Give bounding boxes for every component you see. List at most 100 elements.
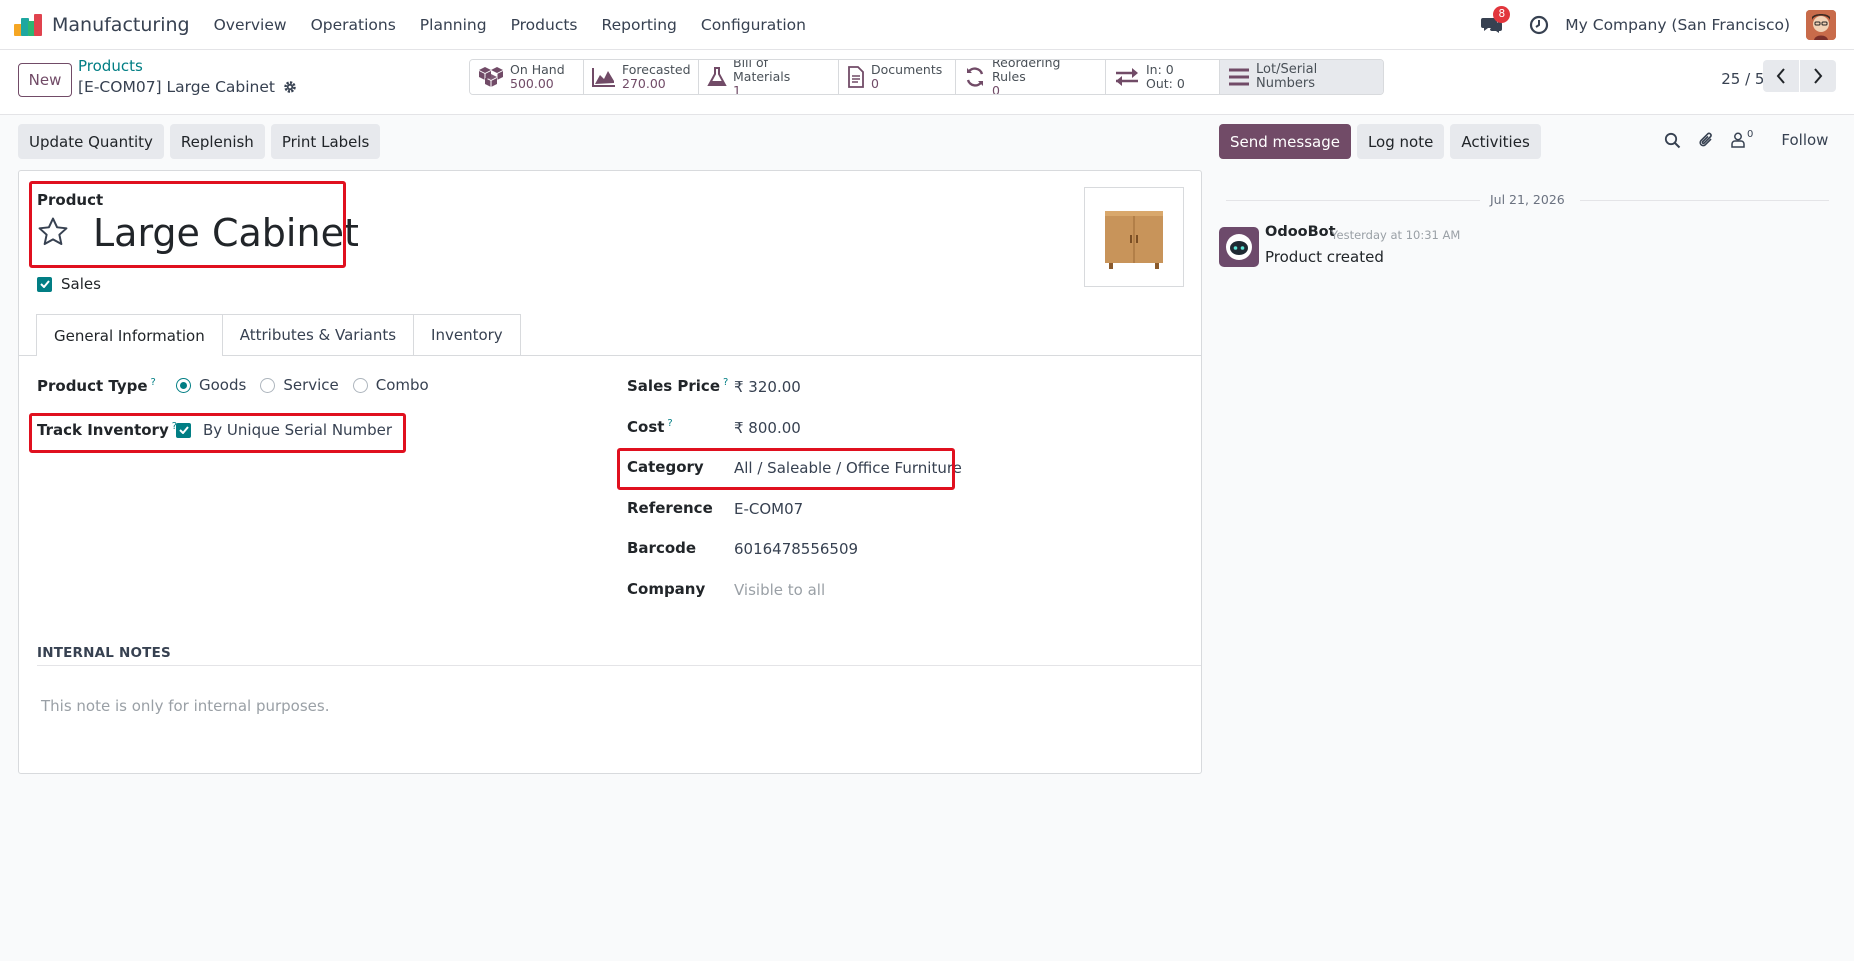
chatter-buttons: Send message Log note Activities <box>1219 124 1547 159</box>
bom-value: 1 <box>733 83 741 95</box>
breadcrumb-current-label: [E-COM07] Large Cabinet <box>78 78 275 96</box>
documents-value: 0 <box>871 76 879 91</box>
menu-reporting[interactable]: Reporting <box>602 16 677 34</box>
forecasted-label: Forecasted <box>622 62 691 77</box>
message-date: Jul 21, 2026 <box>1490 192 1565 207</box>
smart-buttons: On Hand 500.00 Forecasted 270.00 Bill of M… <box>469 59 1384 95</box>
print-labels-button[interactable]: Print Labels <box>270 124 381 159</box>
radio-combo[interactable] <box>352 377 368 393</box>
pager-previous-button[interactable] <box>1763 60 1799 92</box>
manufacturing-app-icon <box>14 13 42 36</box>
list-icon <box>1228 68 1250 86</box>
menu-planning[interactable]: Planning <box>420 16 487 34</box>
pager-next-button[interactable] <box>1800 60 1836 92</box>
help-tooltip-icon[interactable]: ? <box>667 418 672 429</box>
chevron-left-icon <box>1776 68 1785 84</box>
tab-general-information[interactable]: General Information <box>36 314 223 356</box>
product-name-field[interactable]: Large Cabinet <box>93 211 359 255</box>
sales-checkbox-row[interactable]: Sales <box>37 275 101 293</box>
app-brand[interactable]: Manufacturing <box>14 13 190 36</box>
followers-count: 0 <box>1747 128 1754 140</box>
document-icon <box>847 66 865 88</box>
internal-notes-field[interactable]: This note is only for internal purposes. <box>41 697 329 715</box>
send-message-button[interactable]: Send message <box>1219 124 1351 159</box>
product-type-label-text: Product Type <box>37 377 148 395</box>
sales-checkbox[interactable] <box>37 276 52 292</box>
moves-in: In: 0 <box>1146 62 1174 77</box>
on-hand-button[interactable]: On Hand 500.00 <box>470 60 584 94</box>
app-name: Manufacturing <box>52 13 190 36</box>
company-switcher[interactable]: My Company (San Francisco) <box>1565 16 1790 34</box>
pager-buttons <box>1763 60 1836 92</box>
followers-button[interactable]: 0 <box>1731 128 1754 148</box>
moves-out: Out: 0 <box>1146 76 1185 91</box>
follow-button[interactable]: Follow <box>1781 131 1828 149</box>
menu-products[interactable]: Products <box>511 16 578 34</box>
reference-label: Reference <box>627 499 713 517</box>
product-type-service[interactable]: Service <box>260 376 339 394</box>
cost-field[interactable]: ₹ 800.00 <box>734 419 801 437</box>
radio-service[interactable] <box>260 377 276 393</box>
sales-price-field[interactable]: ₹ 320.00 <box>734 378 801 396</box>
product-type-combo[interactable]: Combo <box>352 376 429 394</box>
form-action-buttons: Update Quantity Replenish Print Labels <box>18 124 386 159</box>
breadcrumb-products[interactable]: Products <box>78 57 143 75</box>
cabinet-image <box>1105 211 1163 269</box>
track-inventory-field[interactable]: By Unique Serial Number <box>176 421 392 439</box>
message-author[interactable]: OdooBot <box>1265 224 1336 240</box>
star-icon[interactable] <box>36 215 70 249</box>
help-tooltip-icon[interactable]: ? <box>151 377 156 388</box>
paperclip-icon[interactable] <box>1697 131 1715 149</box>
tab-inventory[interactable]: Inventory <box>413 314 521 355</box>
product-form-sheet: Product Large Cabinet Sales General Info… <box>18 170 1202 774</box>
tab-attributes-variants[interactable]: Attributes & Variants <box>221 314 415 355</box>
top-navbar: Manufacturing Overview Operations Planni… <box>0 0 1854 50</box>
user-avatar[interactable] <box>1806 10 1836 40</box>
log-note-button[interactable]: Log note <box>1356 124 1445 159</box>
gear-icon[interactable] <box>283 80 297 94</box>
search-icon[interactable] <box>1664 132 1681 149</box>
area-chart-icon <box>592 67 616 87</box>
barcode-label: Barcode <box>627 539 697 557</box>
message-body: Product created <box>1265 248 1384 266</box>
category-label: Category <box>627 458 704 476</box>
activities-clock-icon[interactable] <box>1529 15 1549 35</box>
reordering-rules-button[interactable]: Reordering Rules 0 <box>956 60 1106 94</box>
lot-serial-numbers-button[interactable]: Lot/Serial Numbers <box>1220 60 1383 94</box>
on-hand-label: On Hand <box>510 62 565 77</box>
barcode-field[interactable]: 6016478556509 <box>734 540 858 558</box>
forecasted-button[interactable]: Forecasted 270.00 <box>584 60 699 94</box>
radio-goods-label: Goods <box>199 376 247 394</box>
odoobot-avatar[interactable] <box>1219 227 1259 267</box>
product-image[interactable] <box>1084 187 1184 287</box>
update-quantity-button[interactable]: Update Quantity <box>18 124 164 159</box>
replenish-button[interactable]: Replenish <box>169 124 265 159</box>
reordering-label: Reordering Rules <box>992 59 1061 84</box>
activities-button[interactable]: Activities <box>1450 124 1541 159</box>
help-tooltip-icon[interactable]: ? <box>723 377 728 388</box>
new-button[interactable]: New <box>18 63 72 97</box>
category-field[interactable]: All / Saleable / Office Furniture <box>734 459 962 477</box>
messages-count-badge: 8 <box>1493 6 1511 23</box>
in-out-moves-button[interactable]: In: 0 Out: 0 <box>1106 60 1220 94</box>
company-field[interactable]: Visible to all <box>734 581 825 599</box>
radio-goods[interactable] <box>176 377 191 393</box>
breadcrumb-current: [E-COM07] Large Cabinet <box>78 78 297 96</box>
track-inventory-value[interactable]: By Unique Serial Number <box>203 421 392 439</box>
product-type-goods[interactable]: Goods <box>176 376 246 394</box>
reference-field[interactable]: E-COM07 <box>734 500 803 518</box>
bom-label: Bill of Materials <box>733 59 791 84</box>
track-inventory-checkbox[interactable] <box>176 422 191 438</box>
menu-overview[interactable]: Overview <box>214 16 287 34</box>
menu-operations[interactable]: Operations <box>311 16 396 34</box>
documents-button[interactable]: Documents 0 <box>839 60 956 94</box>
bill-of-materials-button[interactable]: Bill of Materials 1 <box>699 60 839 94</box>
cost-label: Cost? <box>627 418 673 436</box>
on-hand-value: 500.00 <box>510 76 554 91</box>
messages-icon[interactable]: 8 <box>1481 6 1511 35</box>
radio-combo-label: Combo <box>375 376 429 394</box>
date-line-right <box>1580 200 1829 201</box>
menu-configuration[interactable]: Configuration <box>701 16 806 34</box>
exchange-icon <box>1114 67 1140 87</box>
message-time: Yesterday at 10:31 AM <box>1331 228 1461 242</box>
